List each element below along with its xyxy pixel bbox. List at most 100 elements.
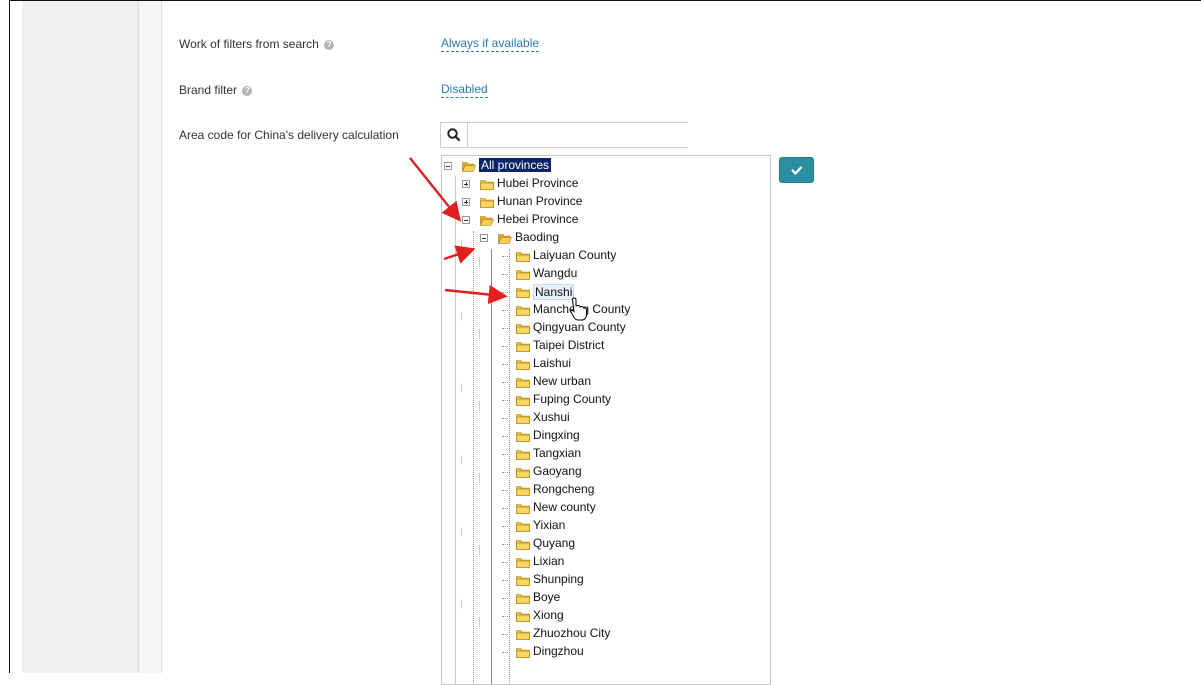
tree-search-input[interactable] xyxy=(468,123,694,147)
province-tree: All provinces Hubei Province Hunan Provinc… xyxy=(441,155,771,685)
folder-icon xyxy=(516,593,530,604)
folder-open-icon xyxy=(480,215,494,226)
folder-icon xyxy=(516,323,530,334)
tree-node-district[interactable]: Xiong xyxy=(442,607,770,625)
tree-node-label: Laiyuan County xyxy=(533,248,617,262)
tree-connector xyxy=(502,256,510,257)
tree-node-district[interactable]: Tangxian xyxy=(442,445,770,463)
tree-node-district[interactable]: Wangdu xyxy=(442,265,770,283)
tree-node-label: Hunan Province xyxy=(497,194,583,208)
tree-node-root[interactable]: All provinces xyxy=(442,157,770,175)
tree-node-district[interactable]: Shunping xyxy=(442,571,770,589)
folder-icon xyxy=(516,359,530,370)
folder-icon xyxy=(516,611,530,622)
tree-node-district[interactable]: Boye xyxy=(442,589,770,607)
tree-node-city[interactable]: Baoding xyxy=(442,229,770,247)
tree-node-label: Shunping xyxy=(533,572,584,586)
brand-filter-value-link[interactable]: Disabled xyxy=(441,82,488,98)
tree-connector xyxy=(502,328,510,329)
tree-node-label: Mancheng County xyxy=(533,302,631,316)
tree-connector xyxy=(502,616,510,617)
tree-node-district[interactable]: Dingzhou xyxy=(442,643,770,661)
tree-node-district[interactable]: Fuping County xyxy=(442,391,770,409)
folder-icon xyxy=(480,197,494,208)
tree-node-district[interactable]: Mancheng County xyxy=(442,301,770,319)
collapse-toggle-icon[interactable] xyxy=(444,162,452,170)
tree-guide-tick xyxy=(461,311,462,321)
tree-connector xyxy=(502,400,510,401)
expand-toggle-icon[interactable] xyxy=(462,180,470,188)
tree-node-district[interactable]: Rongcheng xyxy=(442,481,770,499)
tree-node-district[interactable]: Lixian xyxy=(442,553,770,571)
folder-icon xyxy=(516,377,530,388)
tree-node-province[interactable]: Hubei Province xyxy=(442,175,770,193)
tree-guide-tick xyxy=(479,329,480,339)
folder-icon xyxy=(516,251,530,262)
tree-node-district[interactable]: Laishui xyxy=(442,355,770,373)
tree-search-box xyxy=(440,122,694,148)
tree-node-district[interactable]: Qingyuan County xyxy=(442,319,770,337)
folder-icon xyxy=(516,557,530,568)
tree-connector xyxy=(502,472,510,473)
tree-node-label: Xushui xyxy=(533,410,570,424)
expand-toggle-icon[interactable] xyxy=(462,198,470,206)
tree-node-label: Wangdu xyxy=(533,266,578,280)
tree-connector xyxy=(502,634,510,635)
tree-node-label: All provinces xyxy=(479,158,552,172)
tree-connector xyxy=(502,580,510,581)
help-icon[interactable]: ? xyxy=(242,85,253,96)
tree-node-district[interactable]: Quyang xyxy=(442,535,770,553)
tree-connector xyxy=(502,598,510,599)
tree-connector xyxy=(502,364,510,365)
tree-node-district[interactable]: Nanshi xyxy=(442,283,770,301)
tree-node-province[interactable]: Hunan Province xyxy=(442,193,770,211)
tree-guide-tick xyxy=(479,473,480,483)
tree-node-label: Dingxing xyxy=(533,428,580,442)
tree-node-district[interactable]: Dingxing xyxy=(442,427,770,445)
tree-node-district[interactable]: Zhuozhou City xyxy=(442,625,770,643)
tree-node-label: New county xyxy=(533,500,596,514)
tree-node-district[interactable]: Xushui xyxy=(442,409,770,427)
confirm-button[interactable] xyxy=(779,157,814,183)
tree-node-label: New urban xyxy=(533,374,592,388)
folder-icon xyxy=(516,575,530,586)
tree-node-label: Fuping County xyxy=(533,392,612,406)
collapse-toggle-icon[interactable] xyxy=(462,216,470,224)
window-left-border xyxy=(9,0,10,673)
help-icon[interactable]: ? xyxy=(324,39,335,50)
tree-connector xyxy=(502,652,510,653)
folder-icon xyxy=(516,467,530,478)
tree-node-label: Qingyuan County xyxy=(533,320,626,334)
tree-node-label: Hebei Province xyxy=(497,212,579,226)
folder-icon xyxy=(516,629,530,640)
tree-node-label: Taipei District xyxy=(533,338,605,352)
tree-node-district[interactable]: Gaoyang xyxy=(442,463,770,481)
tree-guide-tick xyxy=(461,455,462,465)
tree-node-district[interactable]: Laiyuan County xyxy=(442,247,770,265)
tree-node-label: Rongcheng xyxy=(533,482,595,496)
collapse-toggle-icon[interactable] xyxy=(480,234,488,242)
tree-guide-tick xyxy=(479,257,480,267)
setting-label-brand-filter: Brand filter ? xyxy=(179,83,253,97)
filters-from-search-value-link[interactable]: Always if available xyxy=(441,36,540,52)
tree-guide-tick xyxy=(461,599,462,609)
folder-icon xyxy=(516,485,530,496)
folder-icon xyxy=(516,413,530,424)
folder-open-icon xyxy=(462,161,476,172)
tree-node-label: Yixian xyxy=(533,518,566,532)
tree-guide-tick xyxy=(479,617,480,627)
tree-node-province[interactable]: Hebei Province xyxy=(442,211,770,229)
tree-node-label: Lixian xyxy=(533,554,565,568)
tree-node-district[interactable]: New county xyxy=(442,499,770,517)
tree-node-district[interactable]: Taipei District xyxy=(442,337,770,355)
tree-node-label: Quyang xyxy=(533,536,576,550)
tree-guide-tick xyxy=(461,527,462,537)
tree-connector xyxy=(502,490,510,491)
tree-connector xyxy=(502,454,510,455)
search-icon[interactable] xyxy=(441,123,468,147)
setting-label-area-code: Area code for China's delivery calculati… xyxy=(179,128,399,142)
tree-node-district[interactable]: Yixian xyxy=(442,517,770,535)
tree-connector xyxy=(502,544,510,545)
tree-node-district[interactable]: New urban xyxy=(442,373,770,391)
setting-label-filters-from-search: Work of filters from search ? xyxy=(179,37,335,51)
